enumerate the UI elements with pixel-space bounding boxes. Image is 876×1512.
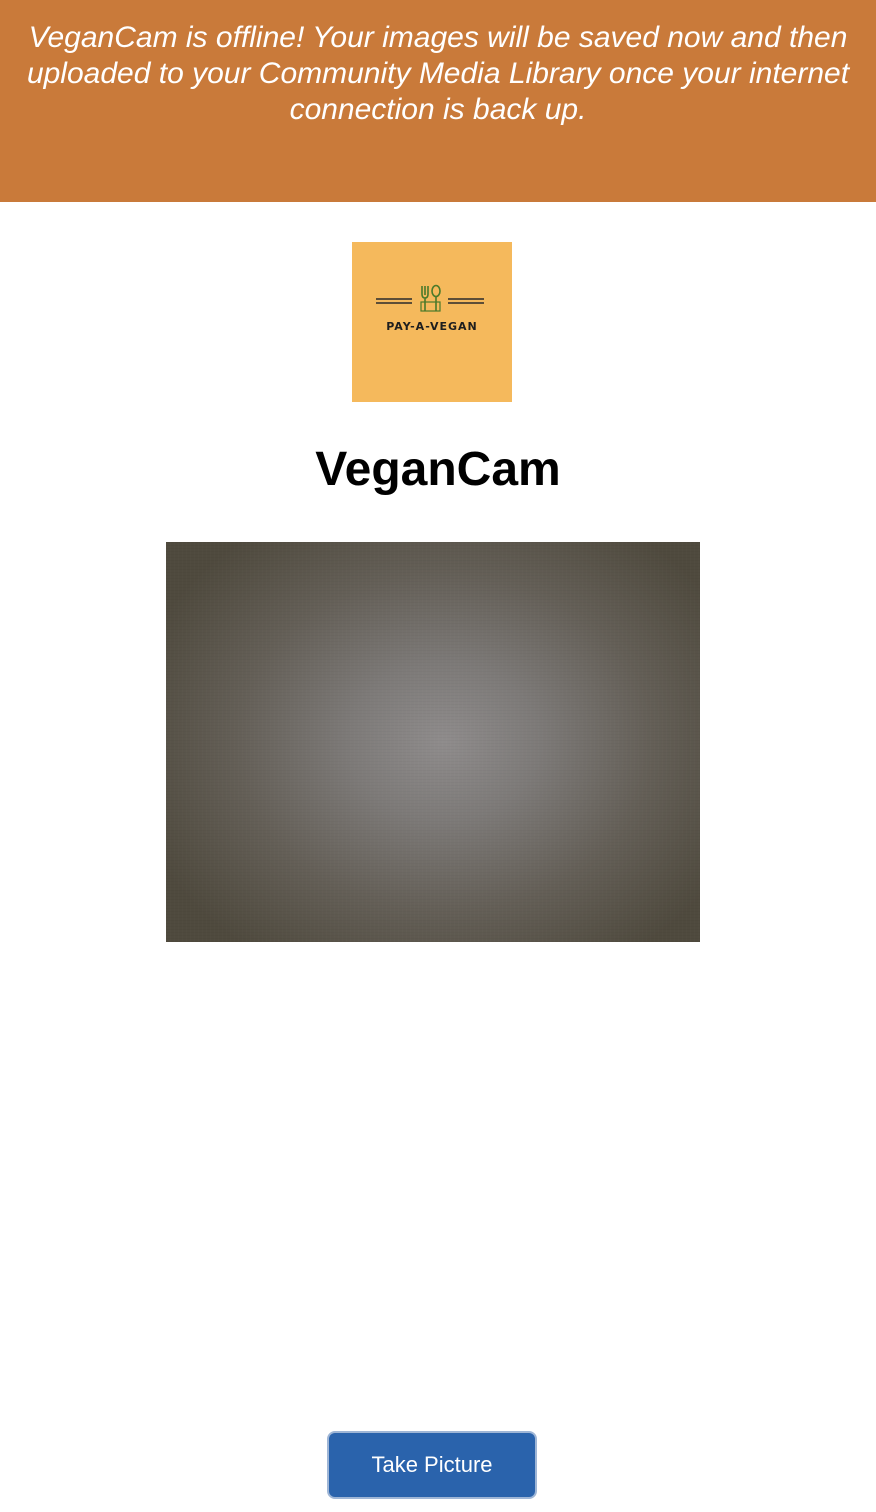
camera-preview[interactable] [166, 542, 700, 942]
logo-wordmark: PAY-A-VEGAN [386, 320, 478, 333]
pay-a-vegan-logo: PAY-A-VEGAN [352, 242, 512, 402]
page-title: VeganCam [315, 443, 561, 496]
offline-message: VeganCam is offline! Your images will be… [26, 21, 850, 126]
offline-banner: VeganCam is offline! Your images will be… [0, 0, 876, 202]
camera-noise-overlay [166, 542, 700, 942]
take-picture-button[interactable]: Take Picture [327, 1431, 537, 1499]
